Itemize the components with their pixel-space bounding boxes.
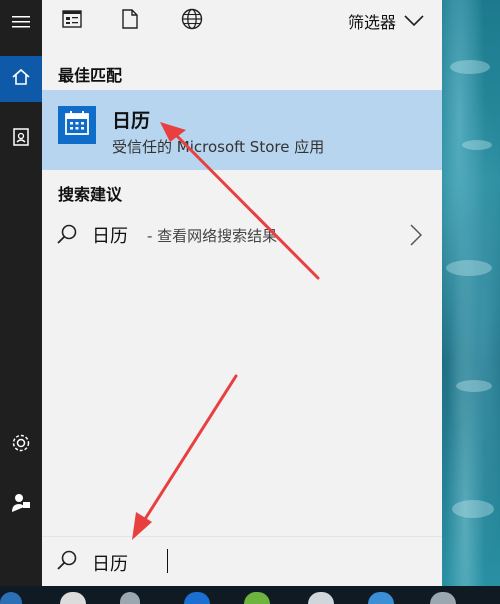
app-name: 日历 — [112, 110, 151, 132]
menu-button[interactable] — [0, 0, 42, 46]
text-caret — [167, 549, 168, 573]
suggestions-heading: 搜索建议 — [58, 185, 123, 204]
notebook-icon — [12, 127, 30, 151]
search-icon — [56, 549, 78, 575]
search-box[interactable]: 日历 — [42, 536, 442, 586]
task-view-icon[interactable] — [120, 592, 140, 604]
documents-filter-button[interactable] — [118, 9, 142, 33]
suggestion-query: 日历 — [92, 226, 128, 247]
search-toolbar: 筛选器 — [42, 0, 442, 42]
filter-dropdown[interactable]: 筛选器 — [348, 8, 424, 34]
settings-icon — [10, 432, 32, 458]
settings-button[interactable] — [0, 422, 42, 468]
ie-icon[interactable] — [368, 592, 394, 604]
notebook-button[interactable] — [0, 116, 42, 162]
edge-icon[interactable] — [184, 592, 210, 604]
web-icon — [181, 8, 203, 34]
web-suggestion-item[interactable]: 日历 - 查看网络搜索结果 — [42, 212, 442, 258]
desktop-wallpaper — [442, 0, 500, 604]
filter-label: 筛选器 — [347, 13, 396, 32]
taskbar — [0, 586, 500, 604]
best-match-heading: 最佳匹配 — [58, 66, 123, 85]
app-subtitle: 受信任的 Microsoft Store 应用 — [112, 138, 325, 156]
hamburger-menu-icon — [12, 14, 30, 33]
home-icon — [11, 67, 31, 91]
chevron-right-icon[interactable] — [410, 224, 423, 250]
search-input[interactable]: 日历 — [92, 550, 128, 576]
feedback-icon — [11, 492, 31, 518]
web-filter-button[interactable] — [180, 8, 204, 34]
start-icon[interactable] — [0, 592, 22, 604]
apps-icon — [62, 10, 82, 32]
suggestion-description: - 查看网络搜索结果 — [147, 227, 278, 245]
chevron-down-icon — [404, 12, 424, 31]
cortana-icon[interactable] — [60, 592, 86, 604]
search-icon — [56, 223, 78, 249]
apps-filter-button[interactable] — [60, 9, 84, 33]
search-panel: 筛选器 最佳匹配 日历 受信任的 Microsoft Store 应用 搜索建议… — [42, 0, 442, 586]
tray-icon[interactable] — [430, 592, 456, 604]
start-rail — [0, 0, 42, 586]
best-match-result[interactable]: 日历 受信任的 Microsoft Store 应用 — [42, 90, 442, 170]
shopping-icon[interactable] — [308, 592, 334, 604]
feedback-button[interactable] — [0, 482, 42, 528]
documents-icon — [122, 9, 138, 33]
store-icon[interactable] — [244, 592, 270, 604]
calendar-app-tile — [58, 106, 96, 144]
calendar-icon — [64, 110, 90, 140]
home-button[interactable] — [0, 56, 42, 102]
